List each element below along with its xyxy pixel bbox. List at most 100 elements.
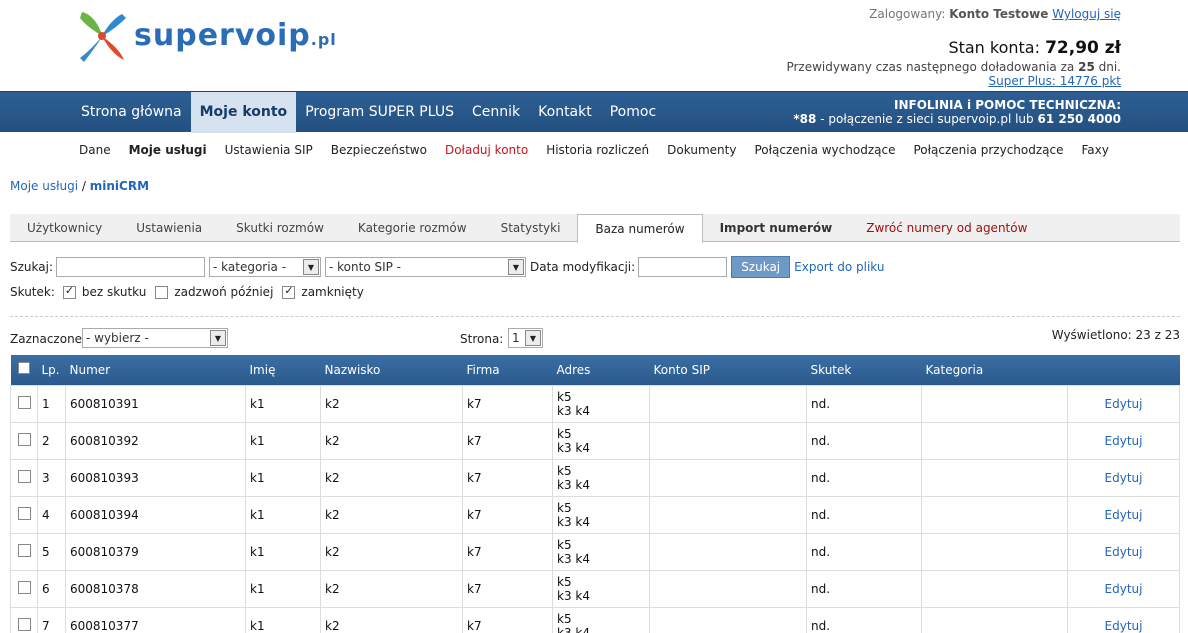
cell-skutek: nd. xyxy=(806,458,922,497)
column-header-adres[interactable]: Adres xyxy=(552,355,650,385)
cell-konto-sip xyxy=(649,458,807,497)
filter-checkbox-zamkniety[interactable] xyxy=(282,284,296,299)
table-header: Lp. Numer Imię Nazwisko Firma Adres Konto SIP S… xyxy=(10,355,1180,385)
edit-link[interactable]: Edytuj xyxy=(1105,397,1143,411)
search-input[interactable] xyxy=(56,257,205,277)
subnav-item-moje-uslugi[interactable]: Moje usługi xyxy=(120,143,216,157)
column-header-nazwisko[interactable]: Nazwisko xyxy=(320,355,463,385)
subnav-item-historia-rozliczen[interactable]: Historia rozliczeń xyxy=(537,143,658,157)
bulk-action-select[interactable]: - wybierz - ▼ xyxy=(82,328,228,348)
subnav-item-polaczenia-przychodzace[interactable]: Połączenia przychodzące xyxy=(904,143,1072,157)
logout-link[interactable]: Wyloguj się xyxy=(1052,7,1121,21)
table-row[interactable]: 4 600810394 k1 k2 k7 k5 k3 k4 nd. Edytuj xyxy=(10,495,1180,534)
category-select[interactable]: - kategoria - ▼ xyxy=(209,257,321,277)
breadcrumb-parent[interactable]: Moje usługi xyxy=(10,179,78,193)
edit-link[interactable]: Edytuj xyxy=(1105,619,1143,633)
nav-item-program-super-plus[interactable]: Program SUPER PLUS xyxy=(296,92,463,133)
cell-konto-sip xyxy=(649,421,807,460)
cell-imie: k1 xyxy=(245,606,321,633)
export-link[interactable]: Export do pliku xyxy=(794,260,884,274)
tab-ustawienia[interactable]: Ustawienia xyxy=(119,214,219,242)
tab-zwroc-numery-od-agentow[interactable]: Zwróć numery od agentów xyxy=(849,214,1044,242)
cell-adres: k5 k3 k4 xyxy=(552,421,650,460)
logo-mark-icon xyxy=(80,12,126,62)
cell-kategoria xyxy=(921,421,1068,460)
filter-checkbox-zadzwon-pozniej[interactable] xyxy=(155,285,169,299)
selection-label: Zaznaczone: xyxy=(10,332,87,346)
balance-label: Stan konta: xyxy=(948,38,1040,57)
row-checkbox[interactable] xyxy=(17,469,31,483)
column-header-imie[interactable]: Imię xyxy=(245,355,321,385)
edit-link[interactable]: Edytuj xyxy=(1105,582,1143,596)
cell-konto-sip xyxy=(649,495,807,534)
cell-kategoria xyxy=(921,384,1068,423)
subnav-item-ustawienia-sip[interactable]: Ustawienia SIP xyxy=(216,143,322,157)
column-header-konto-sip[interactable]: Konto SIP xyxy=(649,355,807,385)
column-header-skutek[interactable]: Skutek xyxy=(806,355,922,385)
page-select[interactable]: 1 ▼ xyxy=(508,328,543,348)
nav-item-kontakt[interactable]: Kontakt xyxy=(529,92,601,133)
tab-statystyki[interactable]: Statystyki xyxy=(484,214,578,242)
nav-item-cennik[interactable]: Cennik xyxy=(463,92,529,133)
subnav-item-polaczenia-wychodzace[interactable]: Połączenia wychodzące xyxy=(745,143,904,157)
table-row[interactable]: 1 600810391 k1 k2 k7 k5 k3 k4 nd. Edytuj xyxy=(10,384,1180,423)
filter-label: Skutek: xyxy=(10,285,55,299)
account-status: Zalogowany: Konto Testowe Wyloguj się xyxy=(869,7,1121,21)
logged-label: Zalogowany: xyxy=(869,7,946,21)
supervoip-logo[interactable]: supervoip.pl xyxy=(72,4,392,70)
row-checkbox[interactable] xyxy=(17,395,31,409)
row-checkbox[interactable] xyxy=(17,506,31,520)
row-checkbox[interactable] xyxy=(17,432,31,446)
breadcrumb-current: miniCRM xyxy=(89,179,150,193)
column-header-firma[interactable]: Firma xyxy=(462,355,553,385)
filter-checkbox-bez-skutku[interactable] xyxy=(62,284,76,299)
cell-imie: k1 xyxy=(245,569,321,608)
cell-firma: k7 xyxy=(462,495,553,534)
date-input[interactable] xyxy=(638,257,728,277)
subnav-item-dane[interactable]: Dane xyxy=(70,143,120,157)
edit-link[interactable]: Edytuj xyxy=(1105,471,1143,485)
select-all-checkbox[interactable] xyxy=(18,362,30,375)
cell-konto-sip xyxy=(649,532,807,571)
table-row[interactable]: 2 600810392 k1 k2 k7 k5 k3 k4 nd. Edytuj xyxy=(10,421,1180,460)
cell-kategoria xyxy=(921,569,1068,608)
column-header-numer[interactable]: Numer xyxy=(65,355,246,385)
tab-uzytkownicy[interactable]: Użytkownicy xyxy=(10,214,119,242)
sub-nav: Dane Moje usługi Ustawienia SIP Bezpieczeńs… xyxy=(70,143,1118,157)
tab-skutki-rozmow[interactable]: Skutki rozmów xyxy=(219,214,341,242)
cell-lp: 4 xyxy=(37,495,66,534)
subnav-item-faxy[interactable]: Faxy xyxy=(1073,143,1118,157)
edit-link[interactable]: Edytuj xyxy=(1105,545,1143,559)
nav-item-strona-glowna[interactable]: Strona główna xyxy=(72,92,191,133)
cell-nazwisko: k2 xyxy=(320,458,463,497)
subnav-item-dokumenty[interactable]: Dokumenty xyxy=(658,143,745,157)
column-header-kategoria[interactable]: Kategoria xyxy=(921,355,1068,385)
sip-account-select[interactable]: - konto SIP - ▼ xyxy=(325,257,526,277)
numbers-table: Lp. Numer Imię Nazwisko Firma Adres Konto SIP S… xyxy=(10,355,1180,633)
row-checkbox[interactable] xyxy=(17,543,31,557)
table-row[interactable]: 3 600810393 k1 k2 k7 k5 k3 k4 nd. Edytuj xyxy=(10,458,1180,497)
super-plus-link[interactable]: Super Plus: 14776 pkt xyxy=(988,74,1121,88)
edit-link[interactable]: Edytuj xyxy=(1105,508,1143,522)
table-row[interactable]: 5 600810379 k1 k2 k7 k5 k3 k4 nd. Edytuj xyxy=(10,532,1180,571)
tab-import-numerow[interactable]: Import numerów xyxy=(703,214,850,242)
tab-kategorie-rozmow[interactable]: Kategorie rozmów xyxy=(341,214,484,242)
table-row[interactable]: 7 600810377 k1 k2 k7 k5 k3 k4 nd. Edytuj xyxy=(10,606,1180,633)
cell-lp: 2 xyxy=(37,421,66,460)
subnav-item-doladuj-konto[interactable]: Doładuj konto xyxy=(436,143,537,157)
chevron-down-icon: ▼ xyxy=(508,259,524,275)
cell-numer: 600810379 xyxy=(65,532,246,571)
subnav-item-bezpieczenstwo[interactable]: Bezpieczeństwo xyxy=(322,143,436,157)
column-header-lp[interactable]: Lp. xyxy=(37,355,66,385)
row-checkbox[interactable] xyxy=(17,617,31,631)
table-row[interactable]: 6 600810378 k1 k2 k7 k5 k3 k4 nd. Edytuj xyxy=(10,569,1180,608)
tab-baza-numerow[interactable]: Baza numerów xyxy=(577,214,703,243)
cell-adres: k5 k3 k4 xyxy=(552,384,650,423)
cell-lp: 7 xyxy=(37,606,66,633)
edit-link[interactable]: Edytuj xyxy=(1105,434,1143,448)
search-button[interactable]: Szukaj xyxy=(731,256,791,278)
nav-item-pomoc[interactable]: Pomoc xyxy=(601,92,665,133)
row-checkbox[interactable] xyxy=(17,580,31,594)
nav-item-moje-konto[interactable]: Moje konto xyxy=(190,92,297,133)
logo-text: supervoip.pl xyxy=(134,18,337,53)
